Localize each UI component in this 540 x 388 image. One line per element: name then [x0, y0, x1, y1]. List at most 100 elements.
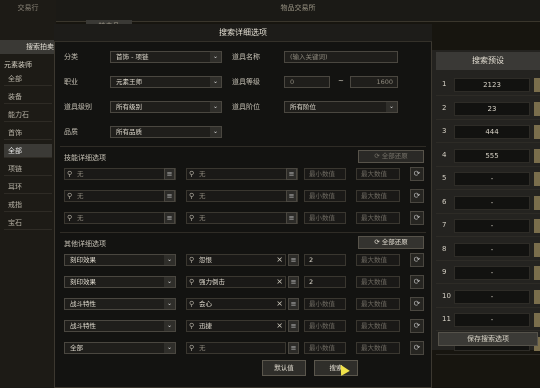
max-value-input[interactable]: 最大数值: [356, 276, 400, 288]
type-select[interactable]: 刻印效果 ⌄: [64, 276, 176, 288]
preset-select-handle[interactable]: [534, 125, 540, 139]
list-icon[interactable]: ≡: [288, 320, 299, 332]
reset-icon[interactable]: ⟳: [410, 189, 424, 203]
skill-search-input[interactable]: ⚲ 无: [64, 212, 176, 224]
type-select[interactable]: 全部 ⌄: [64, 342, 176, 354]
sidebar-item[interactable]: 首饰: [4, 126, 52, 140]
skill-reset-all-button[interactable]: ⟳ 全部还原: [358, 150, 424, 163]
class-select[interactable]: 元素王师 ⌄: [110, 76, 222, 88]
sidebar-item[interactable]: 装备: [4, 90, 52, 104]
effect-search-input[interactable]: ⚲ 无: [186, 168, 298, 180]
sidebar-item[interactable]: 能力石: [4, 108, 52, 122]
min-value-input[interactable]: 最小数值: [304, 320, 346, 332]
list-icon[interactable]: ≡: [288, 276, 299, 288]
preset-row[interactable]: 4 555: [436, 145, 540, 167]
min-value-input[interactable]: 最小数值: [304, 190, 346, 202]
reset-icon[interactable]: ⟳: [410, 167, 424, 181]
sidebar-item[interactable]: 耳环: [4, 180, 52, 194]
preset-select-handle[interactable]: [534, 219, 540, 233]
preset-select-handle[interactable]: [534, 148, 540, 163]
other-reset-all-button[interactable]: ⟳ 全部还原: [358, 236, 424, 249]
reset-icon[interactable]: ⟳: [410, 275, 424, 289]
skill-search-input[interactable]: ⚲ 无: [64, 168, 176, 180]
preset-row[interactable]: 1 2123: [436, 74, 540, 96]
reset-icon[interactable]: ⟳: [410, 319, 424, 333]
type-select[interactable]: 战斗特性 ⌄: [64, 320, 176, 332]
level-max-input[interactable]: 1600: [350, 76, 398, 88]
clear-icon[interactable]: ×: [276, 277, 283, 287]
sidebar-item[interactable]: 宝石: [4, 216, 52, 230]
preset-select-handle[interactable]: [534, 289, 540, 304]
reset-icon[interactable]: ⟳: [410, 253, 424, 267]
preset-row[interactable]: 6-: [436, 192, 540, 214]
preset-select-handle[interactable]: [534, 313, 540, 327]
type-select[interactable]: 战斗特性 ⌄: [64, 298, 176, 310]
category-select[interactable]: 首饰 - 项链 ⌄: [110, 51, 222, 63]
max-value-input[interactable]: 最大数值: [356, 254, 400, 266]
min-value-input[interactable]: 最小数值: [304, 298, 346, 310]
clear-icon[interactable]: ×: [276, 255, 283, 265]
preset-row[interactable]: 8-: [436, 239, 540, 261]
max-value-input[interactable]: 最大数值: [356, 212, 400, 224]
tier-select[interactable]: 所有阶位 ⌄: [284, 101, 398, 113]
preset-row[interactable]: 3 444: [436, 121, 540, 143]
item-name-input[interactable]: (输入关键词): [284, 51, 398, 63]
min-value-input[interactable]: 最小数值: [304, 168, 346, 180]
tab-search-auction[interactable]: 搜索拍卖: [0, 40, 56, 54]
reset-icon[interactable]: ⟳: [410, 341, 424, 355]
preset-select-handle[interactable]: [534, 195, 540, 210]
preset-row[interactable]: 7-: [436, 215, 540, 237]
preset-select-handle[interactable]: [534, 101, 540, 116]
reset-icon[interactable]: ⟳: [410, 211, 424, 225]
max-value-input[interactable]: 最大数值: [356, 320, 400, 332]
sidebar-item[interactable]: 项链: [4, 162, 52, 176]
preset-select-handle[interactable]: [534, 242, 540, 257]
preset-row[interactable]: 9-: [436, 262, 540, 284]
effect-search-input[interactable]: ⚲ 迅捷 ×: [186, 320, 286, 332]
preset-select-handle[interactable]: [534, 266, 540, 280]
effect-search-input[interactable]: ⚲ 无: [186, 190, 298, 202]
list-icon[interactable]: ≡: [286, 168, 297, 180]
sidebar-item[interactable]: 全部: [4, 72, 52, 86]
sidebar-item[interactable]: 全部: [4, 144, 52, 158]
grade-select[interactable]: 所有级别 ⌄: [110, 101, 222, 113]
effect-search-input[interactable]: ⚲ 会心 ×: [186, 298, 286, 310]
quality-select[interactable]: 所有品质 ⌄: [110, 126, 222, 138]
preset-row[interactable]: 2 23: [436, 98, 540, 120]
save-search-options-button[interactable]: 保存搜索选项: [438, 332, 538, 346]
effect-search-input[interactable]: ⚲ 强力倒击 ×: [186, 276, 286, 288]
list-icon[interactable]: ≡: [288, 254, 299, 266]
list-icon[interactable]: ≡: [288, 342, 299, 354]
list-icon[interactable]: ≡: [288, 298, 299, 310]
max-value-input[interactable]: 最大数值: [356, 168, 400, 180]
min-value-input[interactable]: 2: [304, 254, 346, 266]
max-value-input[interactable]: 最大数值: [356, 342, 400, 354]
clear-icon[interactable]: ×: [276, 321, 283, 331]
type-select[interactable]: 刻印效果 ⌄: [64, 254, 176, 266]
list-icon[interactable]: ≡: [164, 168, 175, 180]
effect-search-input[interactable]: ⚲ 无: [186, 342, 286, 354]
effect-search-input[interactable]: ⚲ 怨恨 ×: [186, 254, 286, 266]
level-min-input[interactable]: 0: [284, 76, 330, 88]
min-value-input[interactable]: 2: [304, 276, 346, 288]
list-icon[interactable]: ≡: [164, 212, 175, 224]
sidebar-item[interactable]: 戒指: [4, 198, 52, 212]
preset-row[interactable]: 10-: [436, 286, 540, 308]
default-button[interactable]: 默认值: [262, 360, 306, 376]
max-value-input[interactable]: 最大数值: [356, 298, 400, 310]
preset-row[interactable]: 11-: [436, 309, 540, 331]
list-icon[interactable]: ≡: [286, 212, 297, 224]
clear-icon[interactable]: ×: [276, 299, 283, 309]
list-icon[interactable]: ≡: [286, 190, 297, 202]
min-value-input[interactable]: 最小数值: [304, 342, 346, 354]
skill-value: 无: [77, 192, 84, 200]
effect-search-input[interactable]: ⚲ 无: [186, 212, 298, 224]
min-value-input[interactable]: 最小数值: [304, 212, 346, 224]
preset-row[interactable]: 5-: [436, 168, 540, 190]
reset-icon[interactable]: ⟳: [410, 297, 424, 311]
max-value-input[interactable]: 最大数值: [356, 190, 400, 202]
preset-select-handle[interactable]: [534, 172, 540, 186]
preset-select-handle[interactable]: [534, 78, 540, 92]
list-icon[interactable]: ≡: [164, 190, 175, 202]
skill-search-input[interactable]: ⚲ 无: [64, 190, 176, 202]
